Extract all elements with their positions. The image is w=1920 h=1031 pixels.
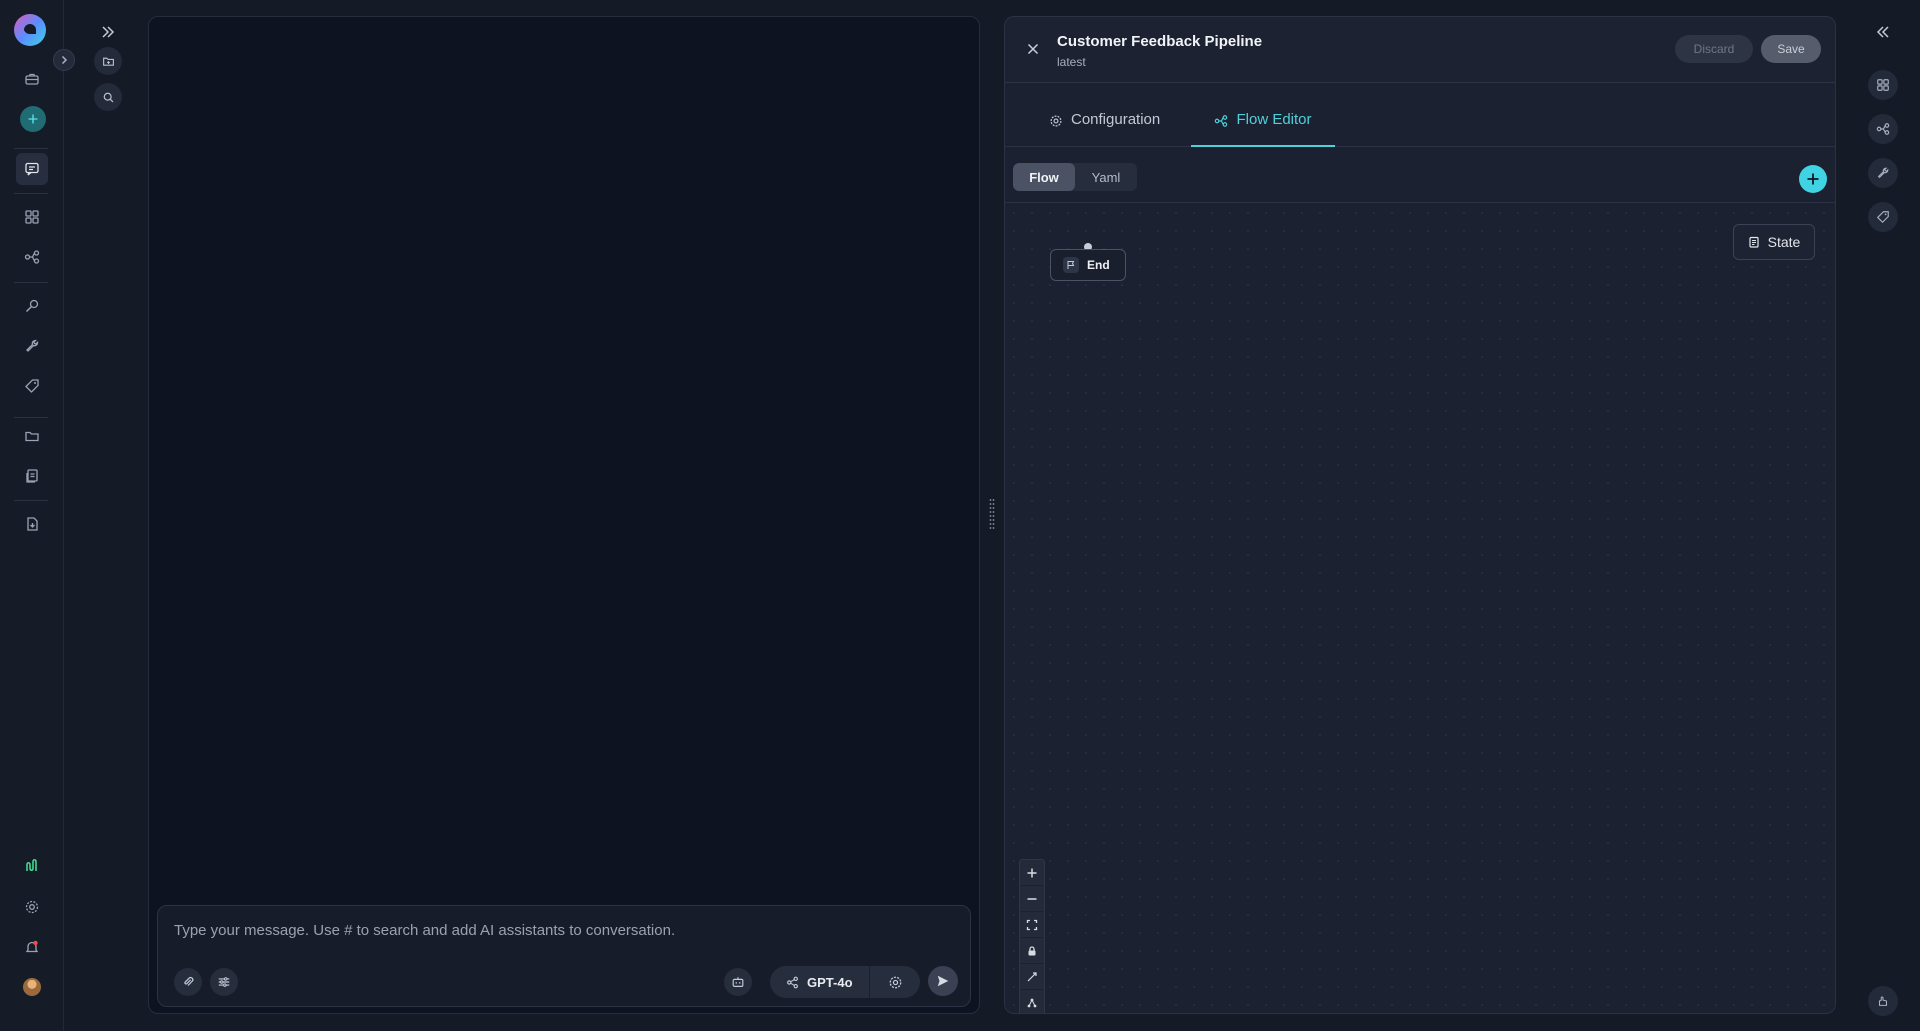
- auto-layout-icon[interactable]: [1020, 964, 1044, 990]
- message-composer[interactable]: Type your message. Use # to search and a…: [157, 905, 971, 1007]
- add-node-plus-icon[interactable]: [1799, 165, 1827, 193]
- flow-node-end[interactable]: End: [1050, 249, 1126, 281]
- workflow-icon[interactable]: [16, 241, 48, 273]
- attachment-icon[interactable]: [174, 968, 202, 996]
- tags-icon[interactable]: [1868, 202, 1898, 232]
- chevron-right-icon[interactable]: [53, 49, 75, 71]
- view-mode-toggle: Flow Yaml: [1013, 163, 1137, 191]
- node-label: End: [1087, 258, 1110, 272]
- workflow-title: Customer Feedback Pipeline: [1057, 33, 1263, 50]
- view-mode-yaml[interactable]: Yaml: [1075, 163, 1137, 191]
- briefcase-icon[interactable]: [16, 63, 48, 95]
- flow-canvas[interactable]: State End: [1005, 204, 1835, 1013]
- tab-label: Configuration: [1071, 111, 1161, 128]
- canvas-controls: [1019, 859, 1045, 1013]
- assistant-bot-icon[interactable]: [724, 968, 752, 996]
- resize-handle[interactable]: [989, 498, 995, 532]
- workflow-icon: [1214, 111, 1228, 128]
- documents-icon[interactable]: [16, 460, 48, 492]
- send-icon[interactable]: [928, 966, 958, 996]
- tags-icon[interactable]: [16, 370, 48, 402]
- user-avatar[interactable]: [16, 971, 48, 1003]
- editor-toolbar: Flow Yaml: [1005, 147, 1835, 203]
- model-name: GPT-4o: [807, 974, 853, 990]
- tidy-tree-icon[interactable]: [1020, 990, 1044, 1013]
- lock-icon[interactable]: [1020, 938, 1044, 964]
- close-icon[interactable]: [1023, 39, 1043, 59]
- settings-icon[interactable]: [16, 891, 48, 923]
- discard-button[interactable]: Discard: [1675, 35, 1753, 63]
- workflow-icon[interactable]: [1868, 114, 1898, 144]
- folder-add-icon[interactable]: [94, 47, 122, 75]
- tab-label: Flow Editor: [1236, 111, 1312, 128]
- workflow-version: latest: [1057, 55, 1086, 69]
- grid-icon[interactable]: [16, 201, 48, 233]
- double-chevron-right-icon[interactable]: [96, 22, 120, 42]
- search-key-icon[interactable]: [16, 290, 48, 322]
- message-input[interactable]: Type your message. Use # to search and a…: [174, 922, 675, 939]
- model-selector[interactable]: GPT-4o: [770, 966, 920, 998]
- state-button[interactable]: State: [1733, 224, 1815, 260]
- share-nodes-icon: [786, 976, 799, 989]
- new-chat-plus-icon[interactable]: [20, 106, 46, 132]
- state-label: State: [1767, 234, 1801, 250]
- wrench-icon[interactable]: [16, 330, 48, 362]
- double-chevron-left-icon[interactable]: [1872, 22, 1894, 42]
- clipboard-icon: [1748, 236, 1760, 248]
- zoom-in-icon[interactable]: [1020, 860, 1044, 886]
- flag-icon: [1063, 257, 1079, 273]
- chat-panel: Type your message. Use # to search and a…: [148, 16, 980, 1014]
- editor-tabs: Configuration Flow Editor: [1005, 83, 1835, 147]
- left-navigation-rail: [0, 0, 75, 1031]
- tab-flow-editor[interactable]: Flow Editor: [1191, 103, 1335, 147]
- view-mode-flow[interactable]: Flow: [1013, 163, 1075, 191]
- sliders-icon[interactable]: [210, 968, 238, 996]
- editor-header: Customer Feedback Pipeline latest Discar…: [1005, 17, 1835, 83]
- search-icon[interactable]: [94, 83, 122, 111]
- fit-view-icon[interactable]: [1020, 912, 1044, 938]
- grid-icon[interactable]: [1868, 70, 1898, 100]
- assistant-hand-icon[interactable]: [1868, 986, 1898, 1016]
- right-rail: [1846, 0, 1920, 1031]
- save-button[interactable]: Save: [1761, 35, 1821, 63]
- workflow-editor-panel: Customer Feedback Pipeline latest Discar…: [1004, 16, 1836, 1014]
- secondary-sidebar: [64, 0, 148, 1031]
- app-logo[interactable]: [14, 14, 46, 46]
- tab-configuration[interactable]: Configuration: [1049, 103, 1160, 147]
- analytics-icon[interactable]: [16, 849, 48, 881]
- model-settings-icon[interactable]: [870, 975, 920, 990]
- gear-icon: [1049, 111, 1063, 128]
- notifications-icon[interactable]: [16, 931, 48, 963]
- folder-icon[interactable]: [16, 420, 48, 452]
- chat-icon[interactable]: [16, 153, 48, 185]
- wrench-icon[interactable]: [1868, 158, 1898, 188]
- zoom-out-icon[interactable]: [1020, 886, 1044, 912]
- file-export-icon[interactable]: [16, 508, 48, 540]
